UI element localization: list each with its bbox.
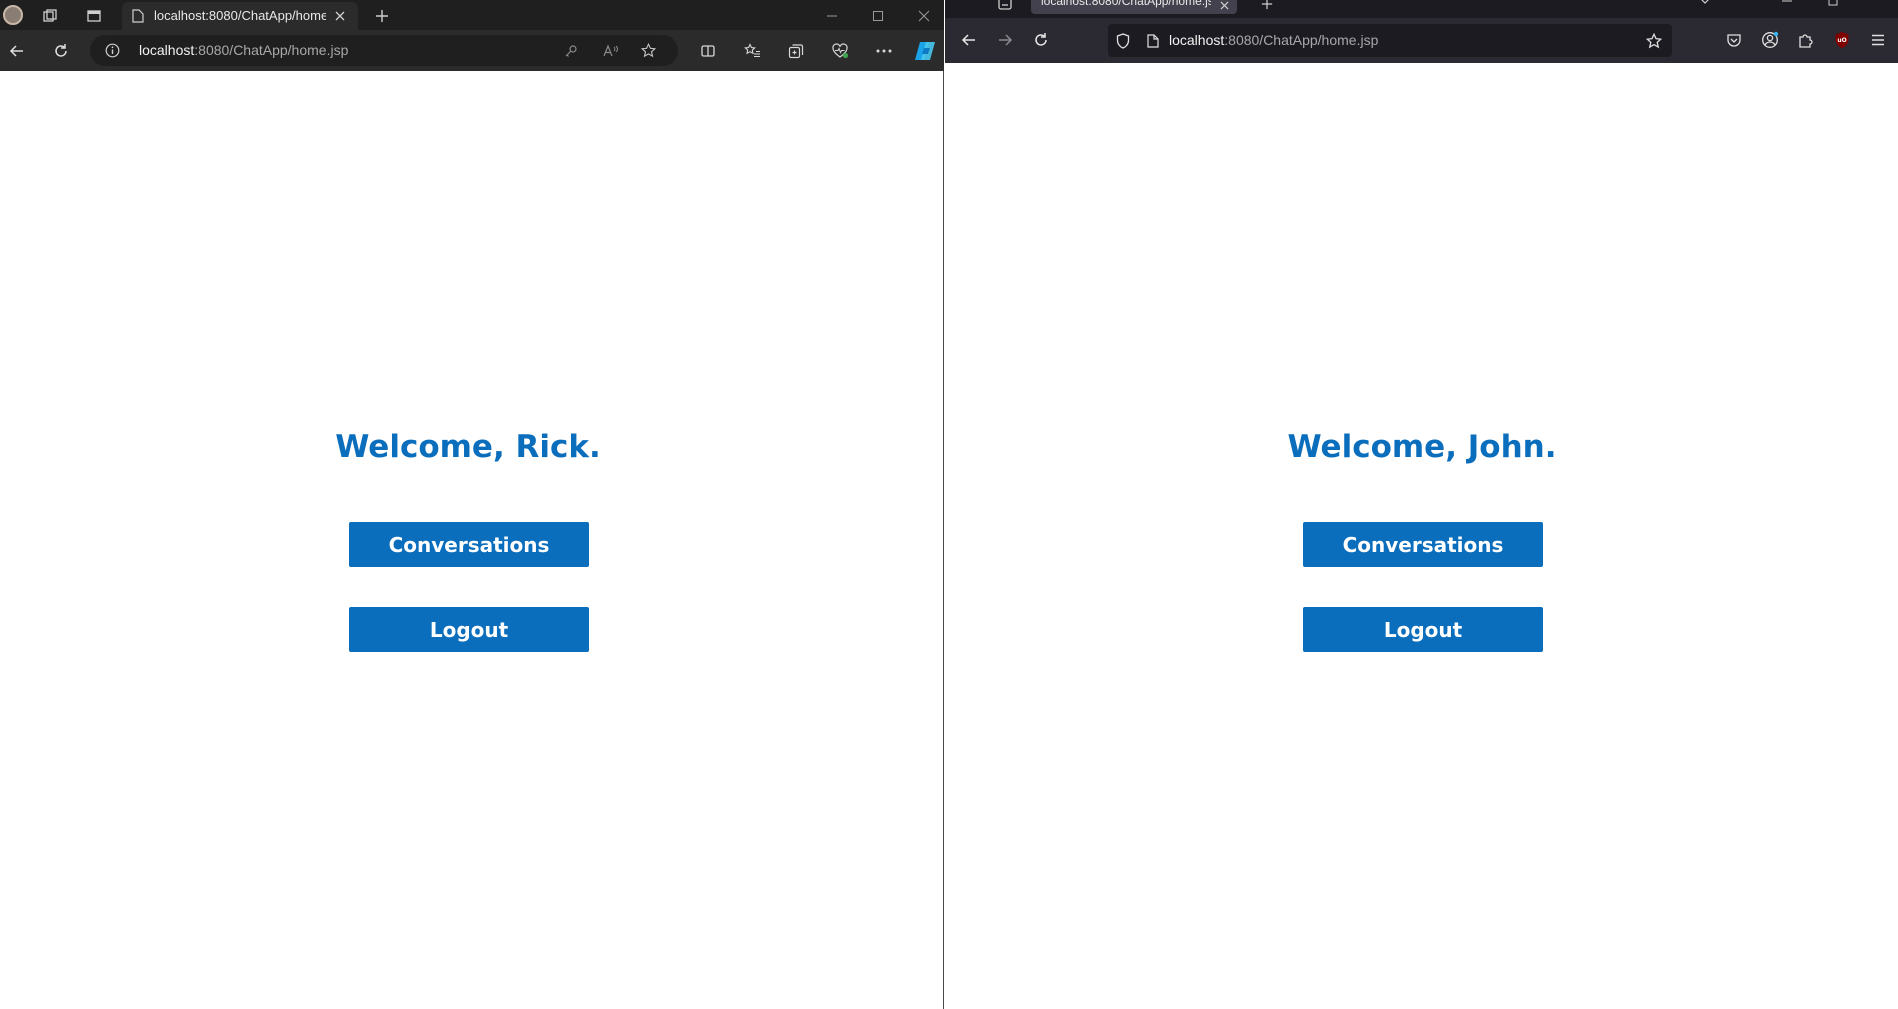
page-info-icon[interactable] (1144, 32, 1161, 49)
edge-page: Welcome, Rick. Conversations Logout (0, 71, 944, 1009)
forward-icon[interactable] (994, 29, 1016, 51)
minimize-icon[interactable] (822, 6, 842, 26)
url-path: :8080/ChatApp/home.jsp (1224, 32, 1379, 48)
favorites-icon[interactable] (741, 40, 763, 62)
close-tab-icon[interactable] (1217, 0, 1231, 12)
welcome-heading: Welcome, John. (1287, 429, 1557, 465)
firefox-tab-strip: localhost:8080/ChatApp/home.jsp (945, 0, 1898, 18)
firefox-toolbar: localhost:8080/ChatApp/home.jsp uO (945, 18, 1898, 63)
minimize-icon[interactable] (1779, 0, 1795, 8)
browser-essentials-icon[interactable] (829, 40, 851, 62)
back-icon[interactable] (958, 29, 980, 51)
conversations-button[interactable]: Conversations (349, 522, 589, 567)
tab-actions-icon[interactable] (84, 6, 104, 26)
edge-tab-strip: localhost:8080/ChatApp/home.jsp (0, 0, 944, 30)
bookmark-star-icon[interactable] (1645, 32, 1662, 49)
firefox-page: Welcome, John. Conversations Logout (945, 63, 1898, 1009)
edge-url: localhost:8080/ChatApp/home.jsp (139, 42, 348, 58)
close-tab-icon[interactable] (332, 8, 348, 24)
ublock-badge-text: uO (1837, 36, 1847, 44)
pocket-icon[interactable] (1723, 29, 1745, 51)
logout-button[interactable]: Logout (1303, 607, 1543, 652)
account-icon[interactable] (1759, 29, 1781, 51)
profile-avatar[interactable] (2, 4, 24, 26)
firefox-window: localhost:8080/ChatApp/home.jsp localhos… (945, 0, 1898, 1009)
url-path: :8080/ChatApp/home.jsp (194, 42, 349, 58)
extensions-puzzle-icon[interactable] (1795, 29, 1817, 51)
tracking-protection-shield-icon[interactable] (1114, 32, 1131, 49)
ublock-origin-icon[interactable]: uO (1831, 29, 1853, 51)
collections-icon[interactable] (785, 40, 807, 62)
refresh-icon[interactable] (50, 40, 72, 62)
conversations-button[interactable]: Conversations (1303, 522, 1543, 567)
edge-address-bar[interactable]: localhost:8080/ChatApp/home.jsp (90, 35, 678, 66)
edge-toolbar: localhost:8080/ChatApp/home.jsp (0, 30, 944, 71)
more-options-icon[interactable] (873, 40, 895, 62)
back-icon[interactable] (6, 40, 28, 62)
logout-button[interactable]: Logout (349, 607, 589, 652)
workspaces-icon[interactable] (40, 6, 60, 26)
menu-hamburger-icon[interactable] (1867, 29, 1889, 51)
edge-tab-title: localhost:8080/ChatApp/home.jsp (154, 8, 326, 23)
close-window-icon[interactable] (914, 6, 934, 26)
firefox-active-tab[interactable]: localhost:8080/ChatApp/home.jsp (1031, 0, 1237, 14)
edge-active-tab[interactable]: localhost:8080/ChatApp/home.jsp (122, 2, 358, 30)
read-aloud-icon[interactable] (602, 42, 619, 59)
url-host: localhost (139, 42, 195, 58)
favorite-star-icon[interactable] (640, 42, 657, 59)
edge-window: localhost:8080/ChatApp/home.jsp (0, 0, 944, 1009)
refresh-icon[interactable] (1030, 29, 1052, 51)
screen: localhost:8080/ChatApp/home.jsp (0, 0, 1898, 1009)
new-tab-icon[interactable] (1257, 0, 1277, 12)
copilot-icon[interactable] (912, 38, 938, 64)
welcome-heading: Welcome, Rick. (335, 429, 601, 465)
firefox-tab-title: localhost:8080/ChatApp/home.jsp (1041, 0, 1211, 8)
site-info-icon[interactable] (104, 42, 121, 59)
maximize-icon[interactable] (868, 6, 888, 26)
maximize-icon[interactable] (1825, 0, 1841, 8)
firefox-address-bar[interactable]: localhost:8080/ChatApp/home.jsp (1108, 24, 1672, 57)
firefox-url: localhost:8080/ChatApp/home.jsp (1169, 32, 1378, 48)
new-tab-icon[interactable] (372, 6, 392, 26)
firefox-view-icon[interactable] (995, 0, 1015, 12)
url-host: localhost (1169, 32, 1225, 48)
password-key-icon[interactable] (562, 42, 579, 59)
page-icon (130, 8, 146, 24)
split-screen-icon[interactable] (697, 40, 719, 62)
list-all-tabs-icon[interactable] (1697, 0, 1713, 8)
